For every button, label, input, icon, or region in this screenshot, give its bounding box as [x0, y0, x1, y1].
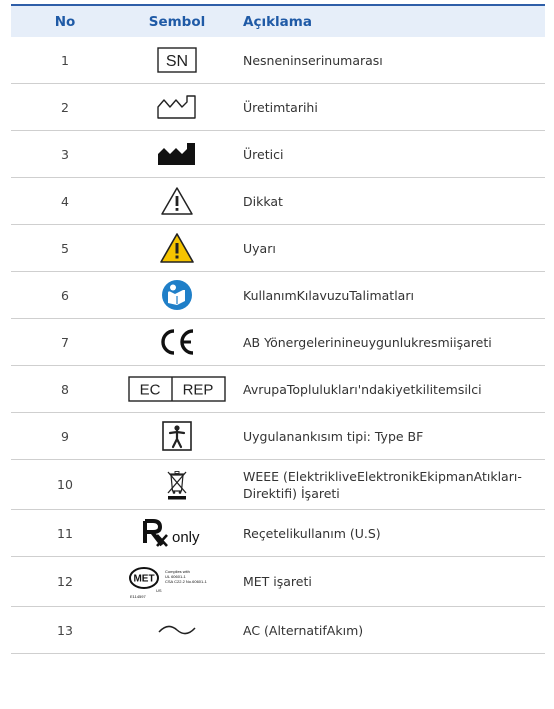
- row-description: WEEE (ElektrikliveElektronikEkipmanAtıkl…: [235, 459, 545, 510]
- alternating-current-icon: [157, 622, 197, 638]
- type-bf-icon: [162, 421, 192, 451]
- header-description: Açıklama: [243, 13, 312, 30]
- rx-only-icon: only: [142, 519, 212, 547]
- row-number: 2: [11, 83, 119, 131]
- row-description: Dikkat: [235, 177, 545, 225]
- row-number: 12: [11, 556, 119, 607]
- row-description: Uygulanankısım tipi: Type BF: [235, 412, 545, 460]
- table-row: 2 Üretimtarihi: [11, 83, 545, 131]
- row-description: Uyarı: [235, 224, 545, 272]
- row-number: 1: [11, 37, 119, 84]
- svg-text:REP: REP: [183, 382, 214, 399]
- svg-text:CSA C22.2 No.60601-1: CSA C22.2 No.60601-1: [165, 579, 208, 584]
- warning-icon: [159, 232, 195, 264]
- row-number: 10: [11, 459, 119, 510]
- row-description: MET işareti: [235, 556, 545, 607]
- row-number: 3: [11, 130, 119, 178]
- row-description: Nesneninserinumarası: [235, 37, 545, 84]
- table-row: 13 AC (AlternatifAkım): [11, 606, 545, 654]
- svg-text:E114597: E114597: [130, 594, 146, 599]
- symbols-table: No Sembol Açıklama 1 SN Nesneninserinuma…: [11, 4, 545, 654]
- table-row: 11 only Reçetelikullanım (U.S): [11, 509, 545, 557]
- table-row: 6 KullanımKılavuzuTalimatları: [11, 271, 545, 319]
- symbols-table-container: No Sembol Açıklama 1 SN Nesneninserinuma…: [11, 4, 545, 654]
- weee-icon: [165, 469, 189, 501]
- row-description: AB Yönergelerinineuygunlukresmiişareti: [235, 318, 545, 366]
- svg-text:EC: EC: [140, 382, 161, 399]
- row-number: 7: [11, 318, 119, 366]
- row-description: Reçetelikullanım (U.S): [235, 509, 545, 557]
- svg-text:MET: MET: [133, 573, 154, 584]
- ce-mark-icon: [157, 328, 197, 356]
- header-no: No: [54, 13, 76, 30]
- row-description: AvrupaToplulukları'ndakiyetkilitemsilci: [235, 365, 545, 413]
- manufacture-date-icon: [156, 94, 198, 120]
- svg-text:only: only: [172, 529, 200, 546]
- row-description: AC (AlternatifAkım): [235, 606, 545, 654]
- user-manual-icon: [161, 279, 193, 311]
- ec-rep-icon: EC REP: [128, 376, 226, 402]
- table-row: 5 Uyarı: [11, 224, 545, 272]
- manufacturer-icon: [156, 141, 198, 167]
- table-header-row: No Sembol Açıklama: [11, 5, 545, 37]
- table-row: 10 WEEE (ElektrikliveElektronikEkipmanAt…: [11, 459, 545, 510]
- table-row: 4 Dikkat: [11, 177, 545, 225]
- table-row: 9 Uygulanankısım tipi: Type BF: [11, 412, 545, 460]
- table-row: 7 AB Yönergelerinineuygunlukresmiişareti: [11, 318, 545, 366]
- row-number: 11: [11, 509, 119, 557]
- table-row: 8 EC REP AvrupaToplulukları'ndakiyetkilit…: [11, 365, 545, 413]
- row-description: Üretici: [235, 130, 545, 178]
- table-row: 1 SN Nesneninserinumarası: [11, 37, 545, 84]
- row-number: 4: [11, 177, 119, 225]
- table-row: 12 MET US E114597 Complies with UL 60601-1 CS…: [11, 556, 545, 607]
- header-symbol: Sembol: [148, 13, 206, 30]
- row-number: 5: [11, 224, 119, 272]
- row-description: KullanımKılavuzuTalimatları: [235, 271, 545, 319]
- caution-icon: [160, 186, 194, 216]
- row-number: 9: [11, 412, 119, 460]
- row-description: Üretimtarihi: [235, 83, 545, 131]
- met-mark-icon: MET US E114597 Complies with UL 60601-1 CSA C…: [127, 564, 227, 600]
- row-number: 6: [11, 271, 119, 319]
- serial-number-icon: SN: [157, 47, 197, 73]
- svg-text:US: US: [156, 588, 162, 593]
- svg-text:SN: SN: [166, 53, 188, 70]
- row-number: 8: [11, 365, 119, 413]
- table-row: 3 Üretici: [11, 130, 545, 178]
- row-number: 13: [11, 606, 119, 654]
